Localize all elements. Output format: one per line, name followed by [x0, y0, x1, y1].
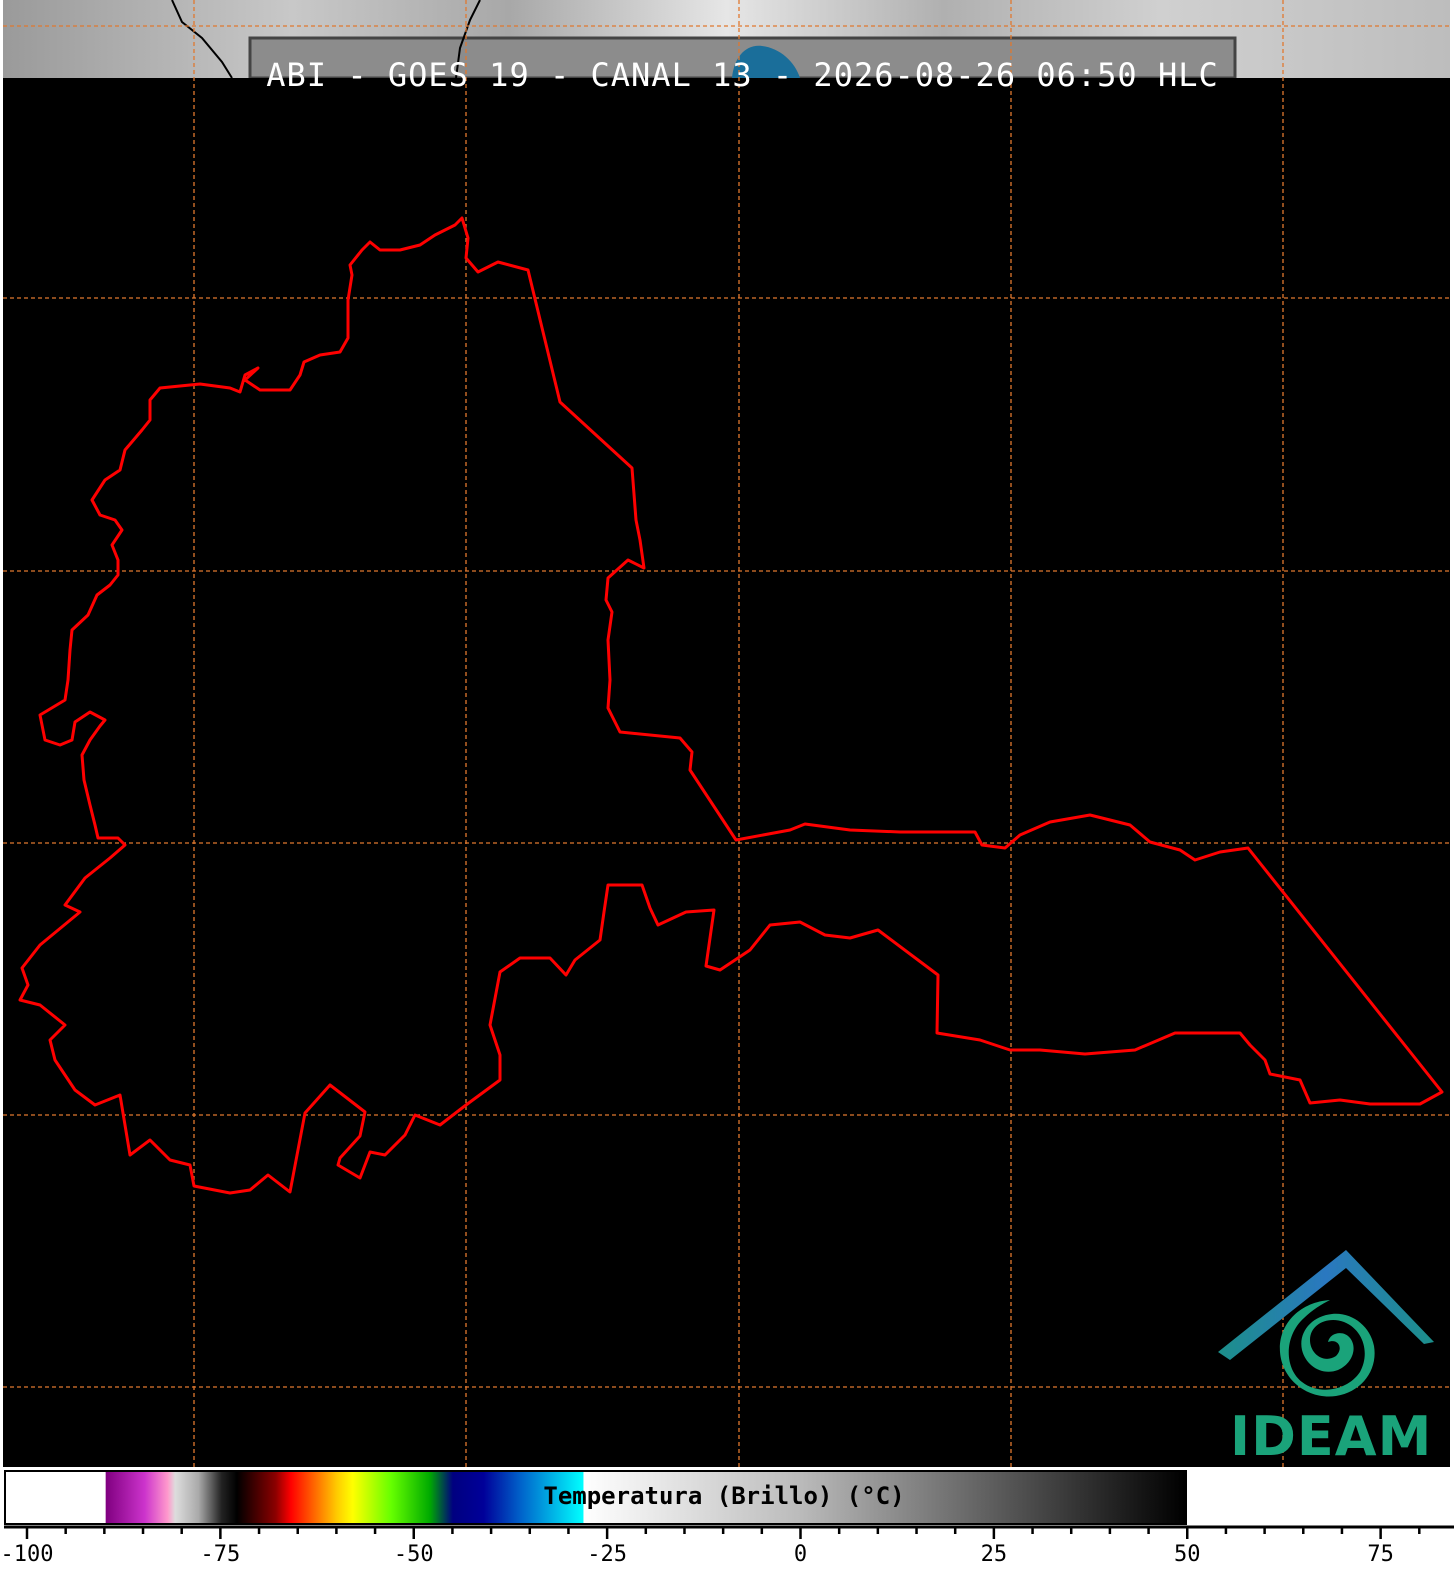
colorbar-tick-label: 0: [793, 1542, 808, 1567]
colorbar-tick-label: -75: [200, 1542, 241, 1567]
logo-text: IDEAM: [1230, 1405, 1433, 1468]
colorbar-tick-label: -50: [393, 1542, 434, 1567]
colorbar-tick-label: 25: [980, 1542, 1008, 1567]
colorbar-label: Temperatura (Brillo) (°C): [543, 1482, 905, 1510]
colorbar-tick-label: 75: [1367, 1542, 1394, 1567]
map-title: ABI - GOES 19 - CANAL 13 - 2026-08-26 06…: [266, 56, 1219, 94]
colorbar-tick-label: -100: [0, 1542, 54, 1567]
colorbar-tick-label: -25: [587, 1542, 627, 1567]
colorbar-tick-label: 50: [1174, 1542, 1201, 1567]
satellite-map-frame: ABI - GOES 19 - CANAL 13 - 2026-08-26 06…: [0, 0, 1454, 1577]
